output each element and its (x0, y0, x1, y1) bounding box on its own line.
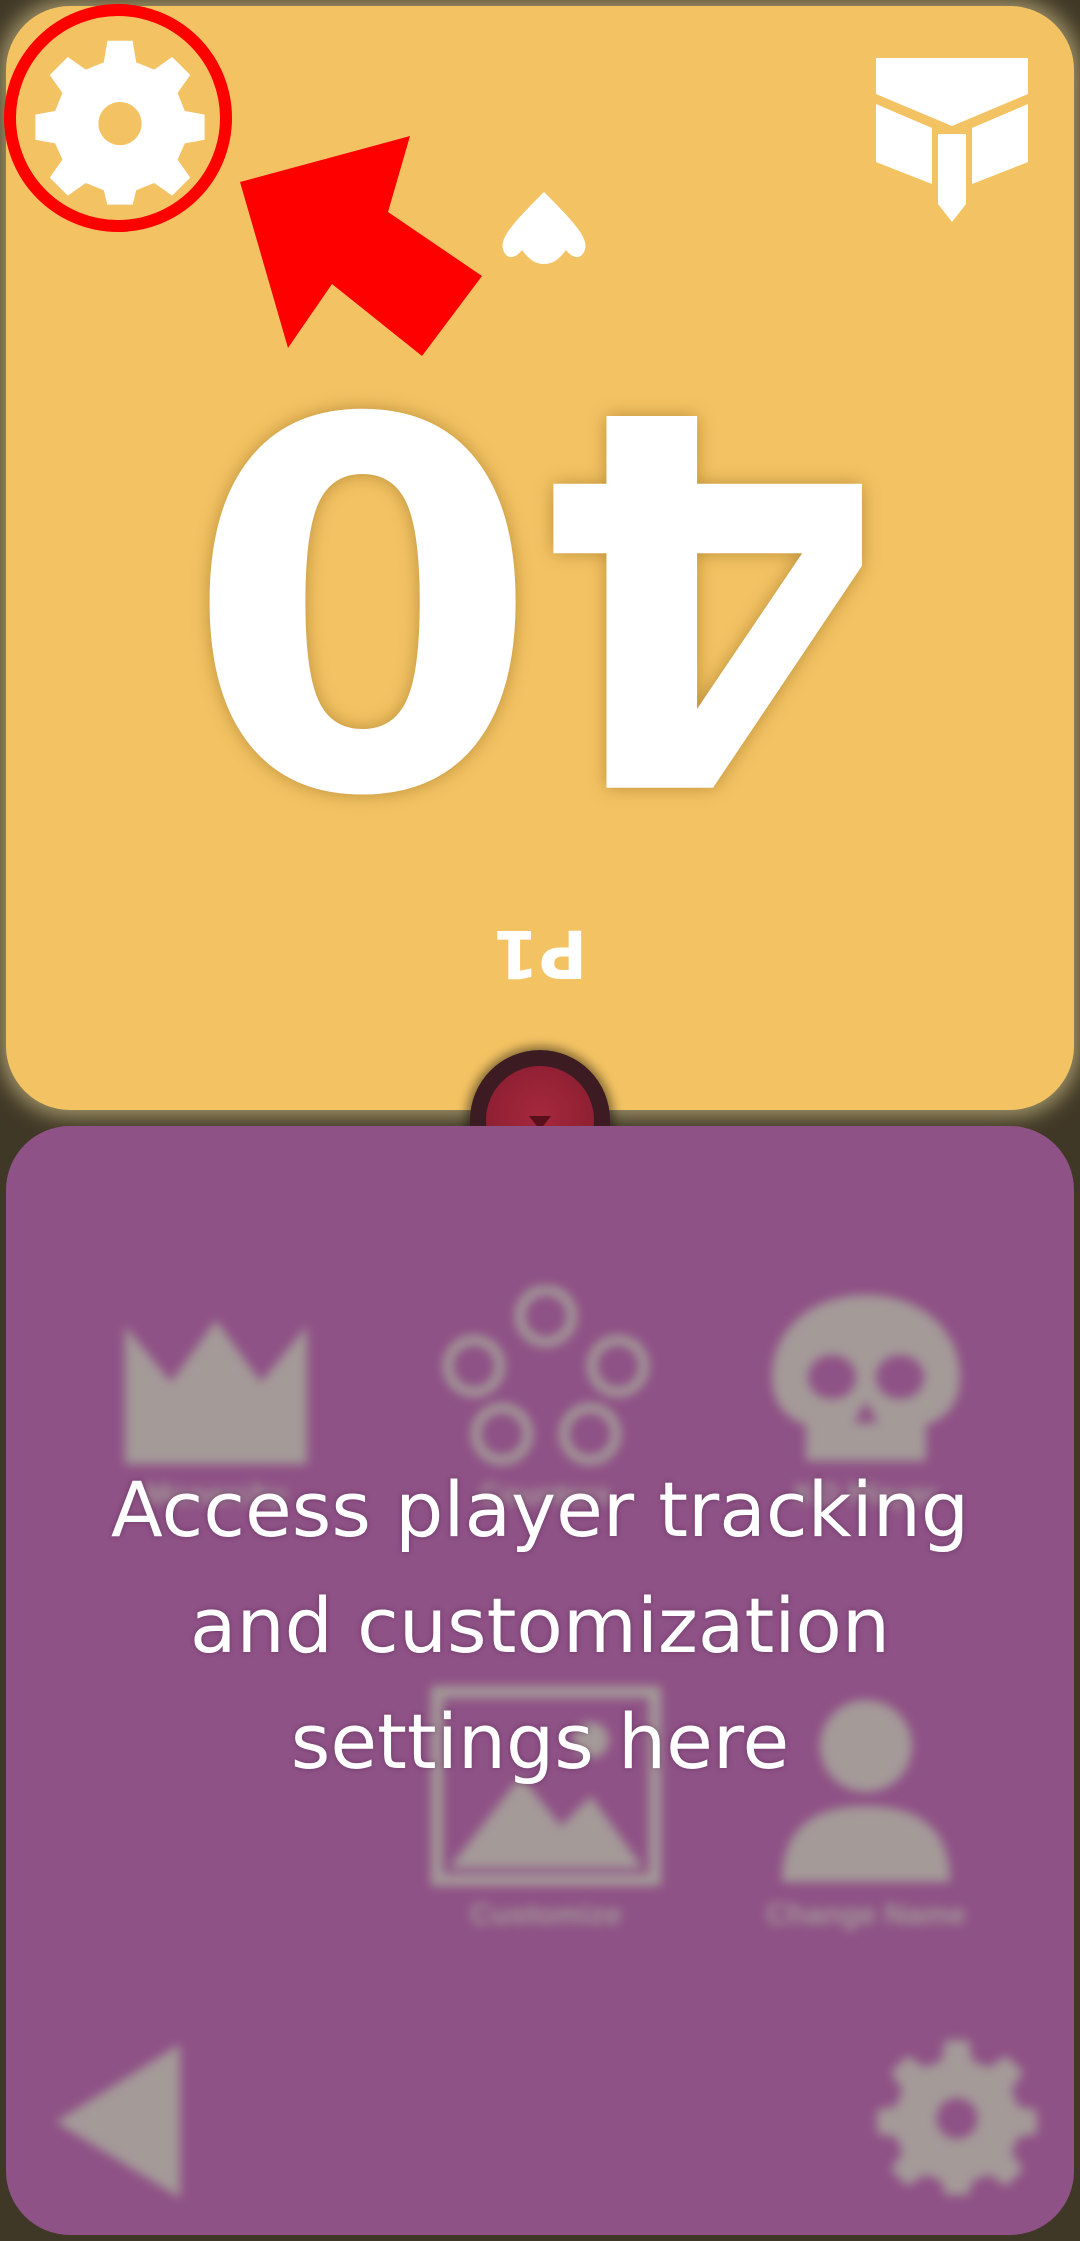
gear-icon[interactable] (872, 2030, 1042, 2200)
back-arrow-icon[interactable] (50, 2038, 190, 2203)
player-name: P1 (492, 915, 588, 992)
menu-label-change-name: Change Name (765, 1898, 967, 1931)
crown-icon (125, 1320, 307, 1464)
tutorial-line-3: settings here (290, 1697, 790, 1786)
life-total[interactable]: 40 (6, 295, 1074, 888)
menu-label-customize: Customize (470, 1898, 622, 1931)
tutorial-line-1: Access player tracking (110, 1465, 970, 1554)
commander-damage-icon[interactable] (872, 54, 1032, 226)
counters-icon (443, 1286, 649, 1465)
tutorial-message: Access player tracking and customization… (0, 1452, 1080, 1800)
heart-icon[interactable] (500, 188, 588, 268)
tutorial-highlight-ring (4, 4, 232, 232)
tutorial-arrow-icon (240, 136, 482, 356)
skull-icon (772, 1295, 960, 1461)
tutorial-line-2: and customization (189, 1581, 891, 1670)
